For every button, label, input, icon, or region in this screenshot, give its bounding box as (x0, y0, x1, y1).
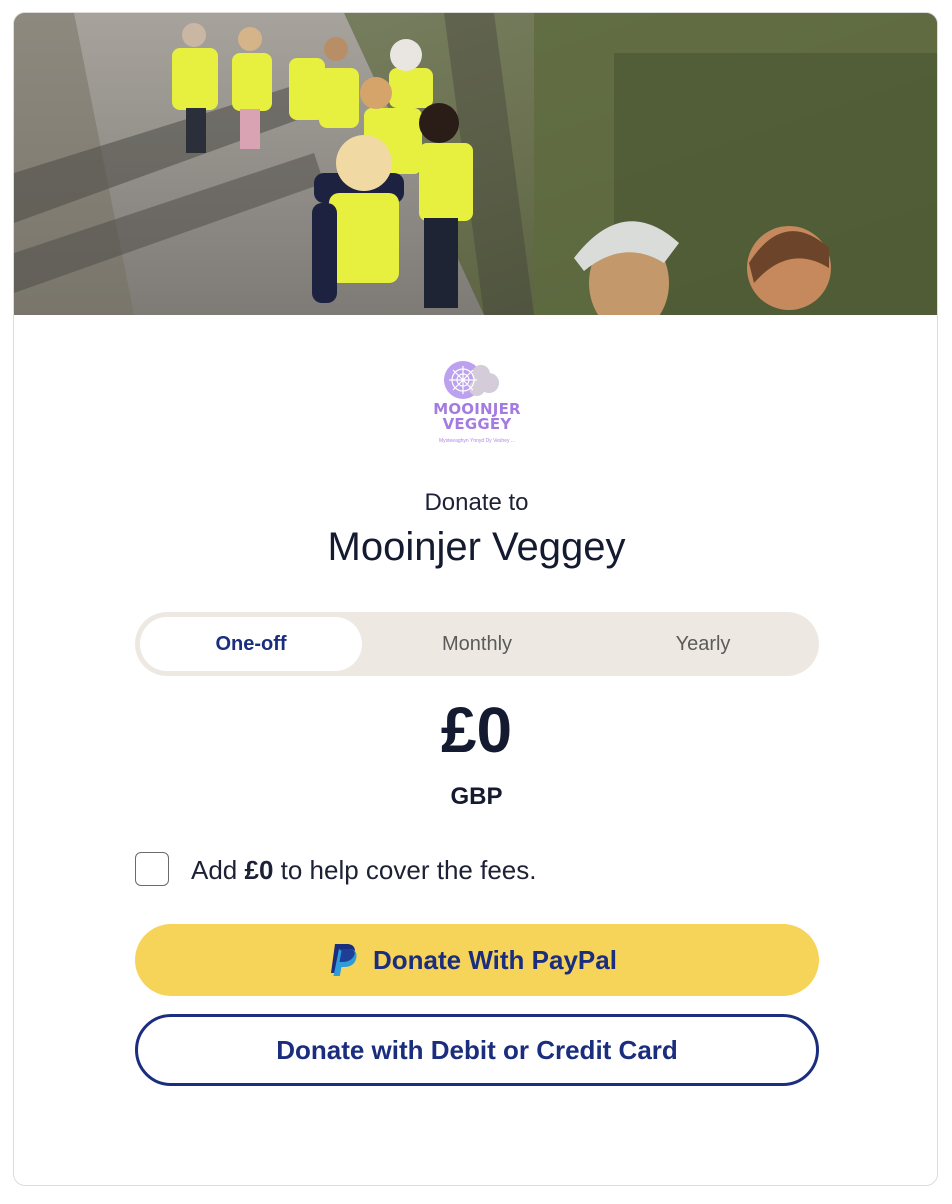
cover-fees-label[interactable]: Add £0 to help cover the fees. (191, 855, 536, 886)
org-name-title: Mooinjer Veggey (327, 525, 626, 569)
logo-wordmark: MOOINJER VEGGEY (433, 400, 521, 433)
paypal-button-label: Donate With PayPal (373, 945, 617, 975)
frequency-toggle: One-off Monthly Yearly (135, 612, 819, 676)
hero-image (14, 13, 937, 315)
currency-code: GBP (450, 783, 503, 810)
donate-paypal-button[interactable]: Donate With PayPal (135, 924, 819, 996)
fee-suffix: to help cover the fees. (273, 855, 537, 885)
fee-amount: £0 (244, 855, 274, 885)
tab-yearly[interactable]: Yearly (592, 617, 814, 671)
donate-card-button[interactable]: Donate with Debit or Credit Card (135, 1014, 819, 1086)
donation-card: MOOINJER VEGGEY Mysteeaghyn Ynnyd Dy Ves… (13, 12, 938, 1186)
tab-one-off[interactable]: One-off (140, 617, 362, 671)
donation-amount[interactable]: £0 (14, 693, 937, 767)
paypal-icon (331, 944, 357, 976)
org-logo: MOOINJER VEGGEY Mysteeaghyn Ynnyd Dy Ves… (427, 358, 527, 454)
logo-tagline: Mysteeaghyn Ynnyd Dy Veshey ... (438, 438, 516, 444)
tab-monthly[interactable]: Monthly (366, 617, 588, 671)
cover-fees-checkbox[interactable] (135, 852, 169, 886)
fee-prefix: Add (191, 855, 245, 885)
flower-cloud-logo-icon (444, 361, 499, 399)
donate-to-label: Donate to (424, 489, 529, 516)
